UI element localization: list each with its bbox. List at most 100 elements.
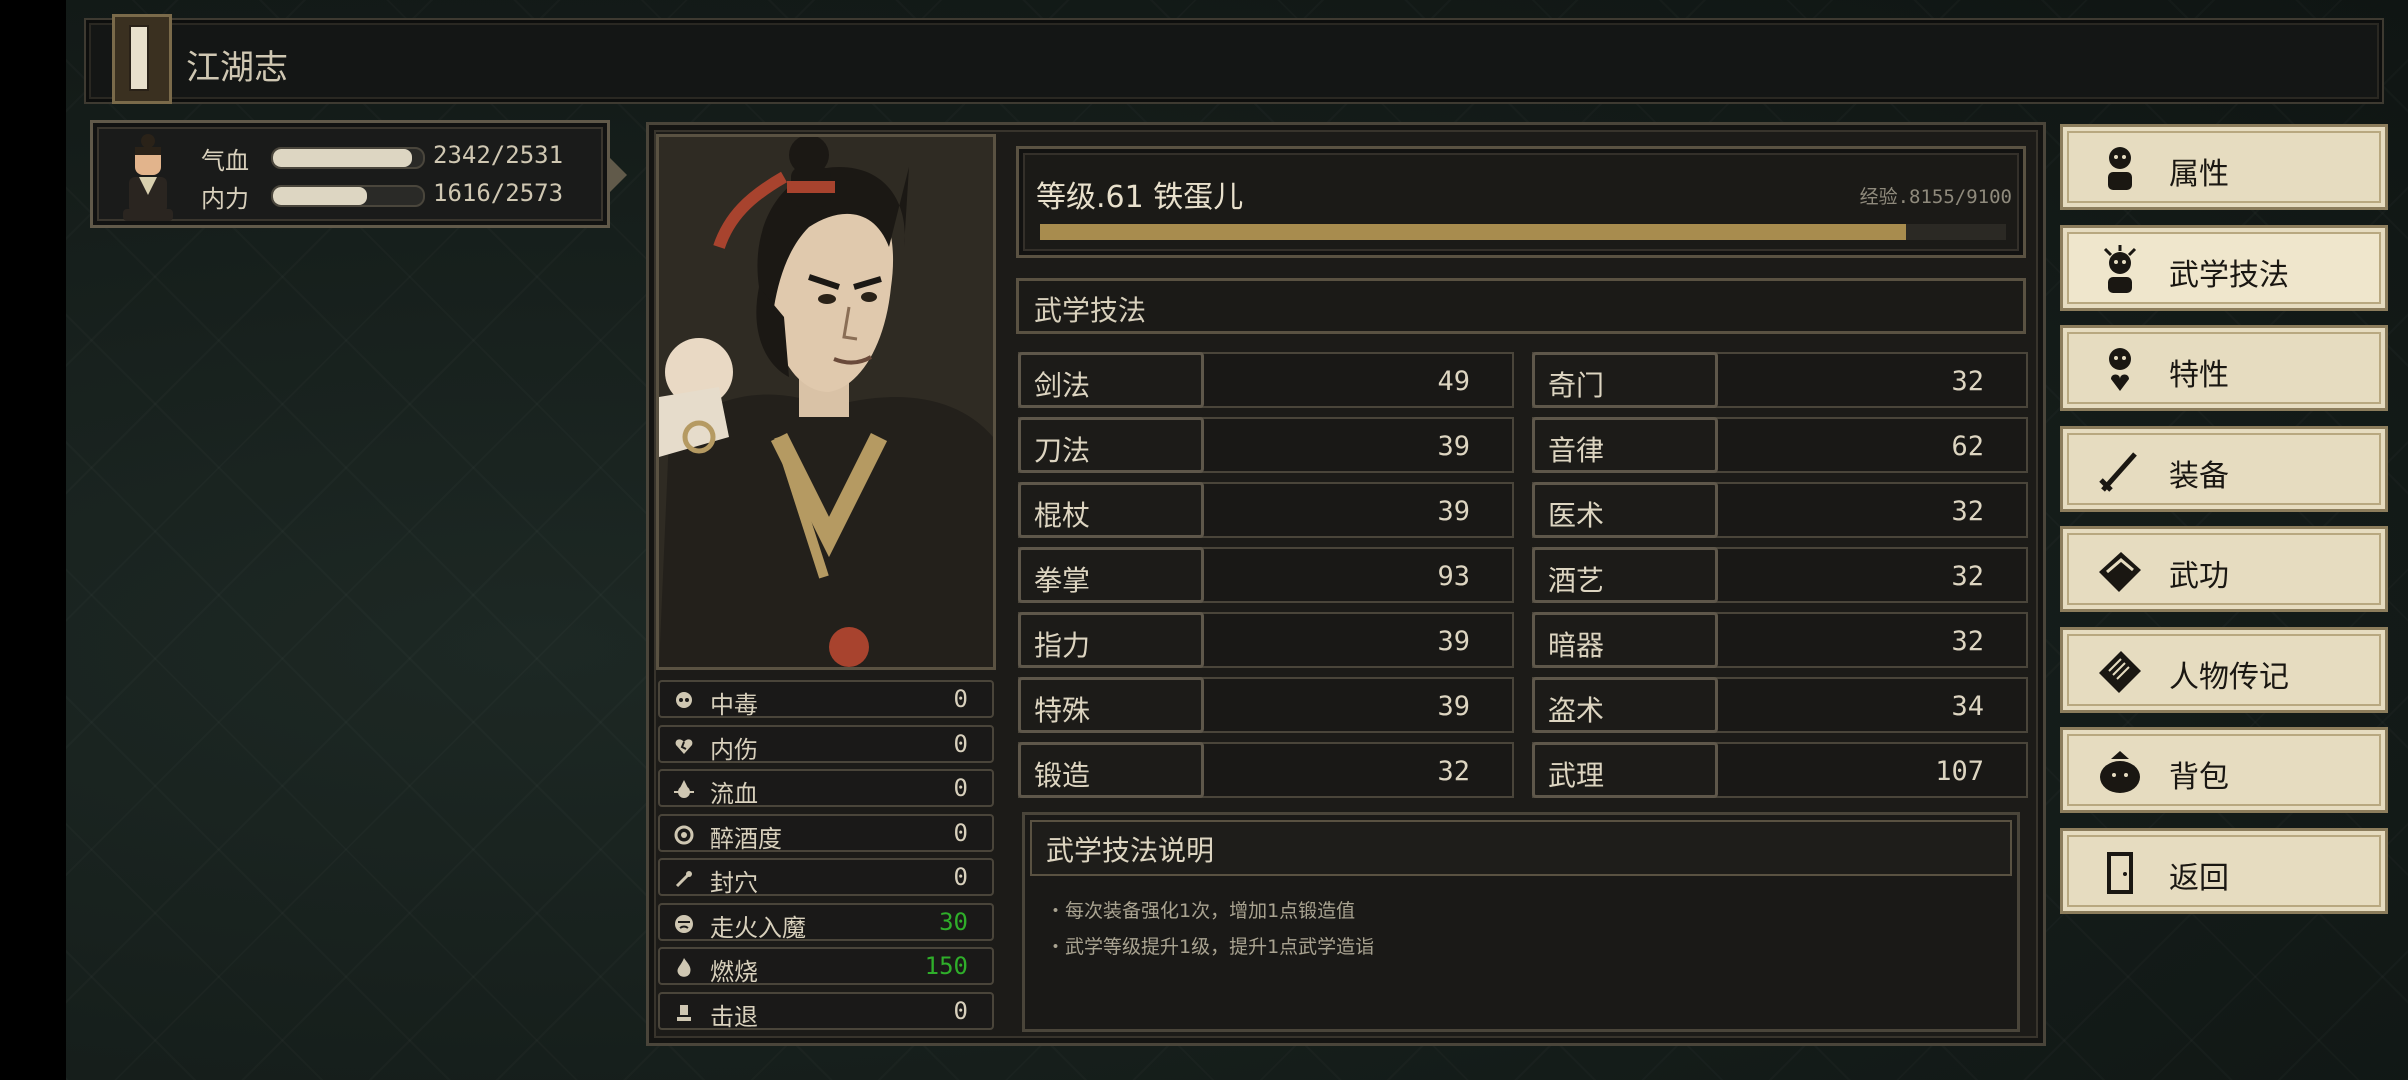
menu-button[interactable]: 返回 <box>2060 827 2388 914</box>
status-name: 醉酒度 <box>710 824 782 853</box>
skull-icon <box>676 692 692 708</box>
menu-button[interactable]: 武学技法 <box>2060 224 2388 311</box>
journal-book-icon <box>112 14 172 104</box>
menu-label: 特性 <box>2169 358 2229 393</box>
skill-row[interactable]: 指力 39 <box>1018 612 1514 668</box>
skill-row[interactable]: 棍杖 39 <box>1018 482 1514 538</box>
skill-name: 酒艺 <box>1548 564 1605 597</box>
skill-row[interactable]: 特殊 39 <box>1018 677 1514 733</box>
window-title: 江湖志 <box>186 48 288 88</box>
broken-heart-icon <box>675 738 693 754</box>
skill-row[interactable]: 暗器 32 <box>1532 612 2028 668</box>
skill-name: 盗术 <box>1548 694 1605 727</box>
martial-person-icon <box>2103 244 2137 293</box>
hp-bar-fill <box>273 149 412 167</box>
skill-value: 93 <box>1437 561 1470 592</box>
skill-name: 锻造 <box>1034 759 1091 792</box>
skill-row[interactable]: 武理 107 <box>1532 742 2028 798</box>
demon-face-icon <box>675 914 693 933</box>
skill-row[interactable]: 酒艺 32 <box>1532 547 2028 603</box>
status-name: 封穴 <box>710 869 758 897</box>
menu-button[interactable]: 背包 <box>2060 727 2388 813</box>
exp-text: 经验.8155/9100 <box>1859 186 2012 208</box>
skill-name: 棍杖 <box>1034 499 1091 532</box>
skill-name: 暗器 <box>1548 629 1605 662</box>
skill-value: 32 <box>1437 756 1470 787</box>
status-row: 内伤 0 <box>658 724 994 764</box>
menu-label: 返回 <box>2169 860 2229 896</box>
skill-row[interactable]: 奇门 32 <box>1532 352 2028 408</box>
status-row: 封穴 0 <box>658 858 994 897</box>
menu-label: 属性 <box>2169 157 2229 192</box>
skill-value: 39 <box>1437 431 1470 462</box>
status-value: 0 <box>953 996 968 1025</box>
person-icon <box>2108 147 2132 190</box>
status-name: 击退 <box>710 1002 758 1031</box>
book-icon <box>2099 552 2141 592</box>
character-avatar-icon <box>123 134 173 221</box>
status-name: 中毒 <box>710 691 758 719</box>
menu-label: 人物传记 <box>2169 659 2289 695</box>
skill-name: 指力 <box>1034 629 1091 662</box>
menu-label: 武功 <box>2169 559 2229 594</box>
mp-value: 1616/2573 <box>433 179 564 207</box>
skill-value: 62 <box>1951 431 1984 462</box>
scroll-icon <box>2099 650 2141 693</box>
skill-name: 拳掌 <box>1034 564 1091 597</box>
skill-name: 医术 <box>1548 499 1605 532</box>
skill-value: 32 <box>1951 626 1984 657</box>
menu-button[interactable]: 人物传记 <box>2060 626 2388 713</box>
mp-bar <box>271 185 425 207</box>
skill-name: 刀法 <box>1034 434 1091 467</box>
status-name: 走火入魔 <box>710 913 806 942</box>
status-value: 0 <box>953 863 968 891</box>
skills-section-header <box>1016 278 2026 334</box>
status-name: 内伤 <box>710 735 758 764</box>
knockback-icon <box>677 1004 691 1021</box>
hp-value: 2342/2531 <box>433 141 564 169</box>
bag-icon <box>2100 751 2140 793</box>
skill-name: 武理 <box>1548 759 1605 792</box>
status-row: 流血 0 <box>658 769 994 808</box>
description-line: ・每次装备强化1次，增加1点锻造值 <box>1046 900 1356 922</box>
description-line: ・武学等级提升1级，提升1点武学造诣 <box>1046 936 1375 958</box>
status-value: 0 <box>953 774 968 802</box>
character-portrait <box>656 134 996 670</box>
menu-button[interactable]: 属性 <box>2060 124 2388 210</box>
menu-button[interactable]: 装备 <box>2060 425 2388 512</box>
skill-row[interactable]: 音律 62 <box>1532 417 2028 473</box>
skill-row[interactable]: 剑法 49 <box>1018 352 1514 408</box>
dizzy-face-icon <box>674 825 694 844</box>
acupoint-icon <box>675 871 692 888</box>
skill-row[interactable]: 盗术 34 <box>1532 677 2028 733</box>
skill-value: 32 <box>1951 496 1984 527</box>
mp-label: 内力 <box>201 185 249 213</box>
status-value: 0 <box>953 685 968 713</box>
menu-label: 背包 <box>2169 760 2229 795</box>
description-title: 武学技法说明 <box>1046 834 1215 867</box>
status-row: 醉酒度 0 <box>658 813 994 853</box>
vitals-panel: 气血 2342/2531 内力 1616/2573 <box>90 120 627 228</box>
trait-person-icon <box>2109 348 2131 391</box>
skill-row[interactable]: 拳掌 93 <box>1018 547 1514 603</box>
blood-drop-icon <box>674 780 694 798</box>
exp-bar-fill <box>1040 224 1906 240</box>
skill-value: 32 <box>1951 366 1984 397</box>
menu-label: 武学技法 <box>2169 257 2289 293</box>
status-row: 燃烧 150 <box>658 947 994 986</box>
menu-button[interactable]: 武功 <box>2060 526 2388 612</box>
skill-row[interactable]: 刀法 39 <box>1018 417 1514 473</box>
skill-value: 39 <box>1437 496 1470 527</box>
skill-value: 49 <box>1437 366 1470 397</box>
skill-name: 奇门 <box>1548 369 1605 402</box>
status-value: 30 <box>939 907 968 936</box>
flame-icon <box>677 958 691 977</box>
level-name-text: 等级.61 铁蛋儿 <box>1036 180 1244 215</box>
skill-value: 34 <box>1951 691 1984 722</box>
skills-section-title: 武学技法 <box>1034 294 1147 327</box>
skill-value: 39 <box>1437 626 1470 657</box>
skill-row[interactable]: 医术 32 <box>1532 482 2028 538</box>
skill-row[interactable]: 锻造 32 <box>1018 742 1514 798</box>
menu-button[interactable]: 特性 <box>2060 325 2388 411</box>
title-bar <box>84 18 2384 104</box>
